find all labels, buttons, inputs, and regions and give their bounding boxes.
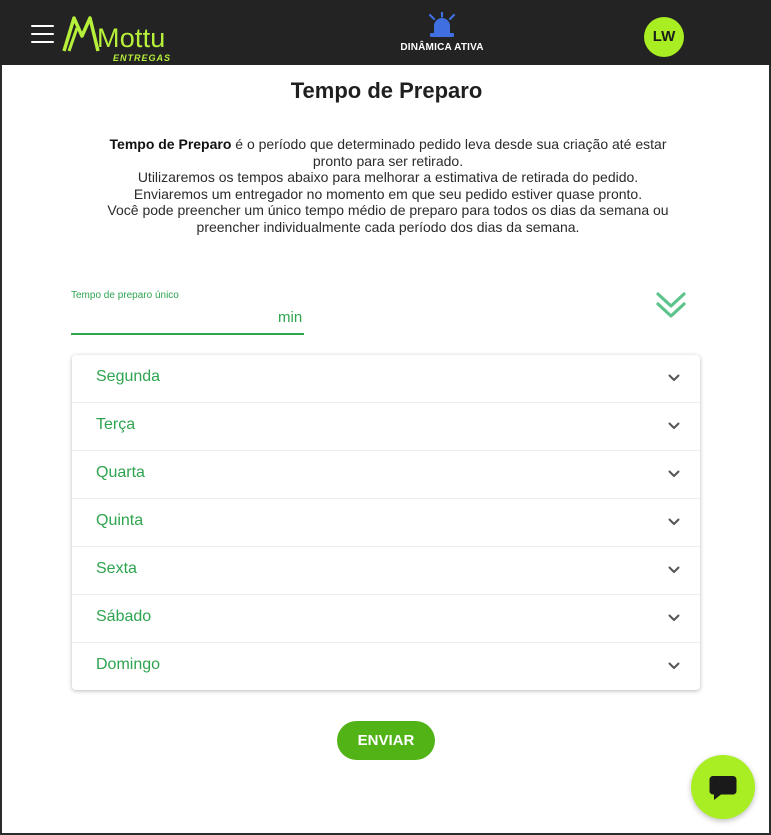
siren-icon: [428, 12, 456, 37]
day-label: Quarta: [96, 464, 145, 481]
day-row-segunda[interactable]: Segunda: [72, 355, 700, 403]
chat-button[interactable]: [691, 755, 755, 819]
logo-subtext: ENTREGAS: [113, 53, 172, 63]
chevron-down-icon[interactable]: [668, 374, 680, 382]
chevron-down-icon[interactable]: [668, 566, 680, 574]
day-row-quarta[interactable]: Quarta: [72, 451, 700, 499]
single-time-underline: [71, 333, 304, 335]
chevron-down-icon[interactable]: [668, 662, 680, 670]
double-chevron-down-icon[interactable]: [654, 291, 688, 321]
logo-text: Mottu: [97, 23, 166, 53]
description-bold-term: Tempo de Preparo: [109, 136, 232, 152]
dynamic-label: DINÂMICA ATIVA: [400, 42, 484, 53]
hamburger-icon[interactable]: [31, 25, 54, 43]
day-row-quinta[interactable]: Quinta: [72, 499, 700, 547]
description-line-3: Enviaremos um entregador no momento em q…: [133, 185, 643, 202]
single-time-label: Tempo de preparo único: [71, 290, 179, 301]
chevron-down-icon[interactable]: [668, 422, 680, 430]
day-label: Sábado: [96, 608, 152, 625]
description-line-1-rest: é o período que determinado pedido leva …: [231, 136, 667, 169]
day-row-sabado[interactable]: Sábado: [72, 595, 700, 643]
submit-button[interactable]: ENVIAR: [337, 721, 435, 760]
main-content: Tempo de Preparo Tempo de Preparo é o pe…: [2, 65, 769, 833]
day-row-sexta[interactable]: Sexta: [72, 547, 700, 595]
day-row-domingo[interactable]: Domingo: [72, 643, 700, 690]
chevron-down-icon[interactable]: [668, 470, 680, 478]
day-label: Segunda: [96, 368, 161, 385]
day-label: Domingo: [96, 656, 161, 673]
day-label: Terça: [96, 416, 136, 433]
page-description: Tempo de Preparo é o período que determi…: [98, 136, 678, 235]
single-time-unit: min: [278, 309, 303, 326]
top-bar: Mottu ENTREGAS DINÂMICA ATIVA LW: [0, 0, 771, 65]
description-line-1: Tempo de Preparo é o período que determi…: [98, 136, 678, 169]
day-label: Quinta: [96, 512, 144, 529]
mottu-logo[interactable]: Mottu ENTREGAS: [61, 12, 176, 64]
dynamic-status[interactable]: DINÂMICA ATIVA: [394, 12, 490, 60]
chevron-down-icon[interactable]: [668, 518, 680, 526]
single-time-input[interactable]: [71, 305, 261, 333]
day-label: Sexta: [96, 560, 137, 577]
page-title: Tempo de Preparo: [290, 78, 483, 103]
mottu-logo-mark: [62, 16, 100, 52]
chevron-down-icon[interactable]: [668, 614, 680, 622]
avatar[interactable]: LW: [644, 17, 684, 57]
chat-bubble-icon: [709, 776, 737, 800]
description-line-4: Você pode preencher um único tempo médio…: [107, 202, 669, 235]
weekday-accordion: Segunda Terça Quarta Quinta Sexta Sábado…: [72, 355, 700, 690]
day-row-terca[interactable]: Terça: [72, 403, 700, 451]
description-line-2: Utilizaremos os tempos abaixo para melho…: [137, 169, 639, 185]
